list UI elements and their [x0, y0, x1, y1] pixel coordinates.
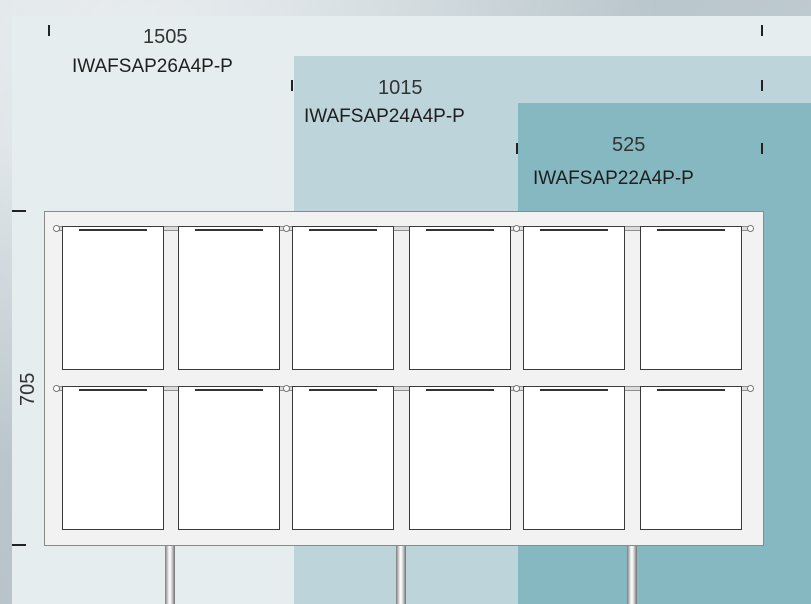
- a4-pocket: [409, 386, 511, 530]
- rail-knob: [283, 225, 290, 232]
- rail-knob: [513, 385, 520, 392]
- a4-pocket: [178, 226, 280, 370]
- width-label-1015: 1015: [378, 77, 423, 99]
- a4-pocket: [62, 226, 164, 370]
- a4-pocket: [178, 386, 280, 530]
- model-code-24: IWAFSAP24A4P-P: [304, 106, 465, 127]
- rail-knob: [53, 385, 60, 392]
- model-code-26: IWAFSAP26A4P-P: [72, 56, 233, 77]
- support-post-middle: [396, 546, 406, 604]
- width-label-1505: 1505: [143, 26, 188, 48]
- dimension-tick-1015-left: [291, 80, 293, 91]
- dimension-tick-525-right: [761, 143, 763, 154]
- dimension-tick-1505-left: [48, 25, 50, 36]
- dimension-tick-525-left: [516, 143, 518, 154]
- dimension-tick-height-top: [12, 210, 26, 212]
- support-post-left: [165, 546, 175, 604]
- model-code-22: IWAFSAP22A4P-P: [533, 168, 694, 189]
- a4-pocket: [640, 386, 742, 530]
- a4-pocket: [409, 226, 511, 370]
- height-label-705: 705: [17, 372, 39, 406]
- dimension-tick-1015-right: [761, 80, 763, 91]
- a4-pocket: [292, 226, 394, 370]
- display-board: [44, 211, 764, 546]
- a4-pocket: [523, 226, 625, 370]
- a4-pocket: [523, 386, 625, 530]
- a4-pocket: [62, 386, 164, 530]
- a4-pocket: [292, 386, 394, 530]
- rail-knob: [747, 385, 754, 392]
- a4-pocket: [640, 226, 742, 370]
- rail-knob: [747, 225, 754, 232]
- dimension-tick-height-bottom: [12, 544, 26, 546]
- rail-knob: [53, 225, 60, 232]
- width-label-525: 525: [612, 134, 646, 156]
- rail-knob: [513, 225, 520, 232]
- rail-knob: [283, 385, 290, 392]
- support-post-right: [627, 546, 637, 604]
- dimension-tick-1505-right: [761, 25, 763, 36]
